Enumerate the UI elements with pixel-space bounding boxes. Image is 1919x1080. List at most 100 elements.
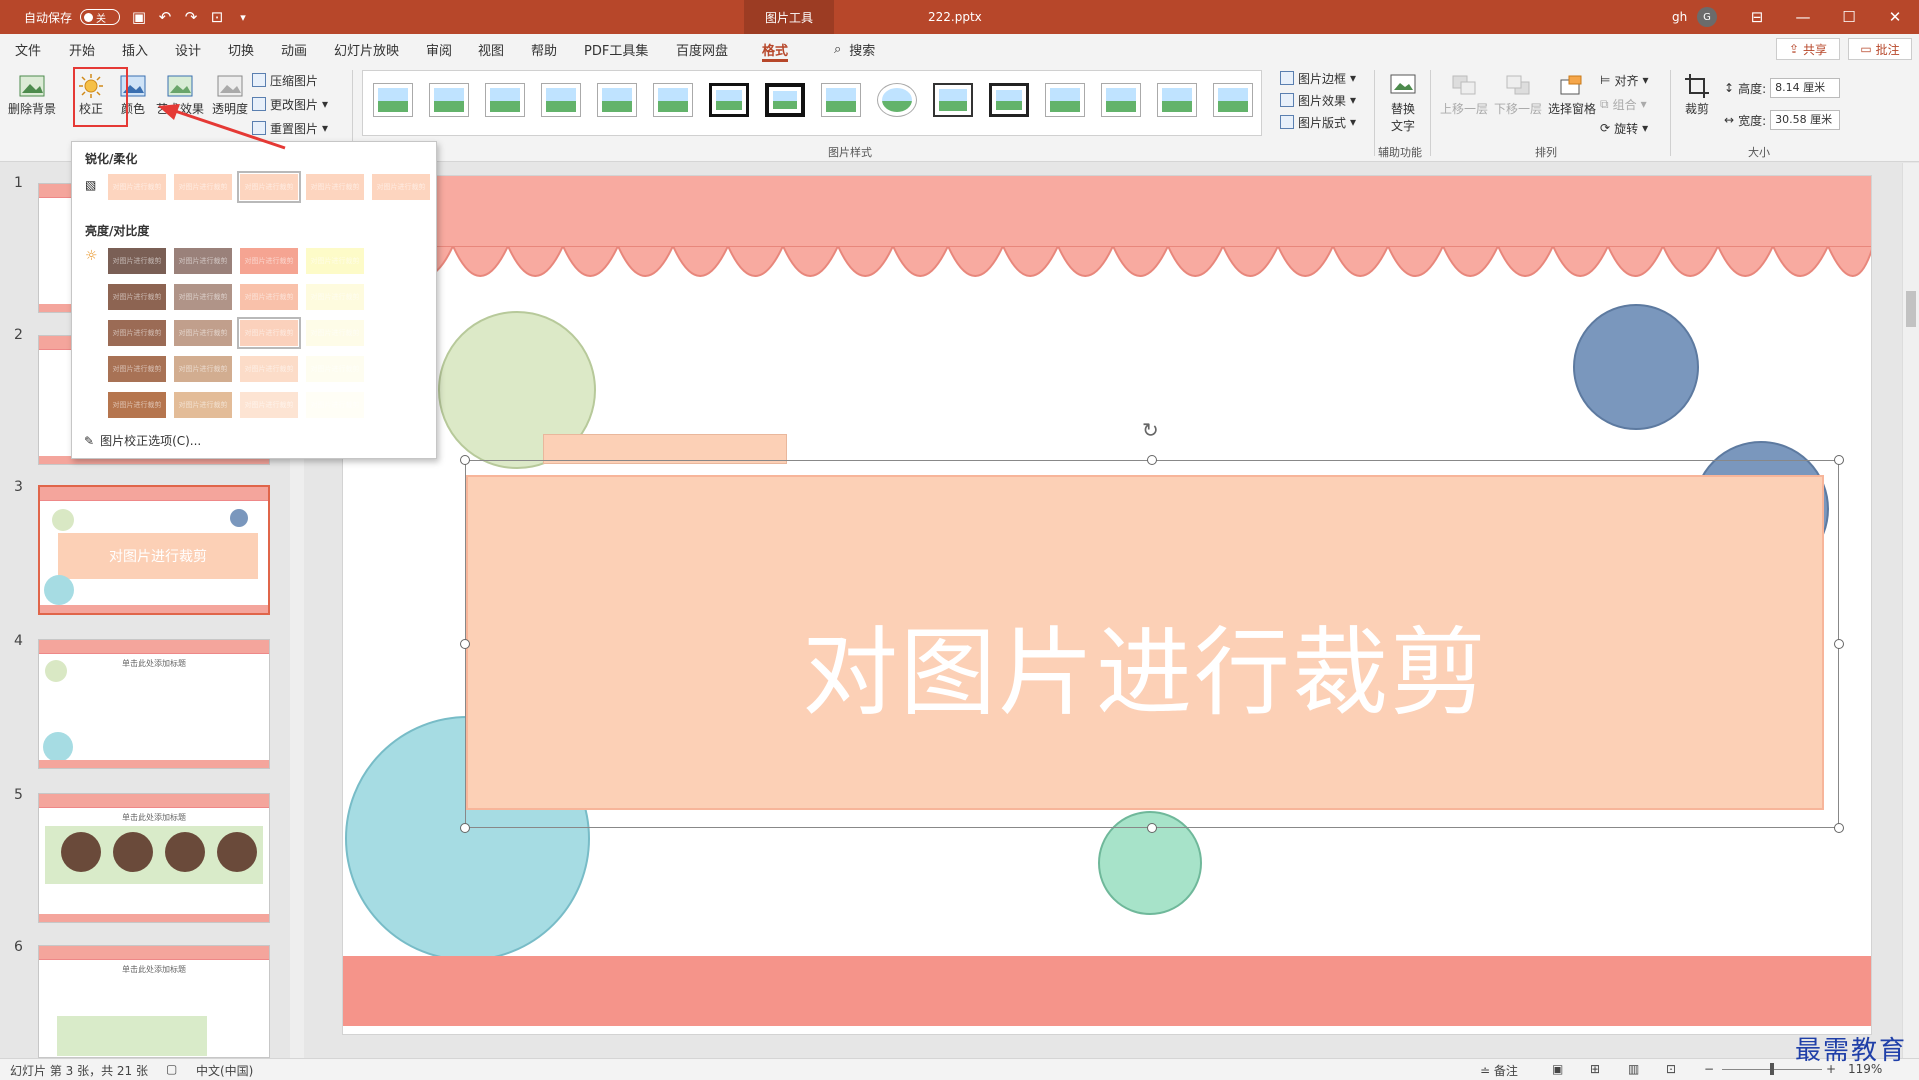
picture-style-10[interactable] bbox=[877, 83, 917, 117]
brightness-option[interactable]: 对图片进行裁剪 bbox=[108, 320, 166, 346]
brightness-option[interactable]: 对图片进行裁剪 bbox=[306, 392, 364, 418]
sharpen-option-5[interactable]: 对图片进行裁剪 bbox=[372, 174, 430, 200]
picture-style-12[interactable] bbox=[989, 83, 1029, 117]
notes-button[interactable]: ≐ 备注 bbox=[1480, 1062, 1518, 1079]
close-icon[interactable]: ✕ bbox=[1872, 0, 1918, 34]
save-icon[interactable]: ▣ bbox=[126, 0, 152, 34]
brightness-option[interactable]: 对图片进行裁剪 bbox=[306, 320, 364, 346]
tab-transitions[interactable]: 切换 bbox=[228, 34, 254, 64]
height-field[interactable]: ↕ 高度: 8.14 厘米 bbox=[1724, 78, 1841, 98]
sharpen-option-1[interactable]: 对图片进行裁剪 bbox=[108, 174, 166, 200]
zoom-out-icon[interactable]: − bbox=[1704, 1062, 1714, 1076]
tab-insert[interactable]: 插入 bbox=[122, 34, 148, 64]
resize-handle-w[interactable] bbox=[460, 639, 470, 649]
sharpen-option-3[interactable]: 对图片进行裁剪 bbox=[237, 171, 301, 203]
brightness-option[interactable]: 对图片进行裁剪 bbox=[108, 248, 166, 274]
slide-thumbnail-5[interactable]: 单击此处添加标题 bbox=[38, 793, 270, 923]
tab-pdf-tools[interactable]: PDF工具集 bbox=[584, 34, 648, 64]
tab-home[interactable]: 开始 bbox=[69, 34, 95, 64]
brightness-option[interactable]: 对图片进行裁剪 bbox=[240, 248, 298, 274]
width-field[interactable]: ↔ 宽度: 30.58 厘米 bbox=[1724, 110, 1841, 130]
picture-style-6[interactable] bbox=[653, 83, 693, 117]
tab-review[interactable]: 审阅 bbox=[426, 34, 452, 64]
scrollbar-thumb[interactable] bbox=[1906, 291, 1916, 327]
picture-effects-button[interactable]: 图片效果 ▾ bbox=[1280, 90, 1356, 110]
brightness-option[interactable]: 对图片进行裁剪 bbox=[108, 392, 166, 418]
selection-pane-button[interactable]: 选择窗格 bbox=[1548, 72, 1596, 117]
rotate-button[interactable]: ⟳ 旋转 ▾ bbox=[1600, 118, 1648, 138]
resize-handle-sw[interactable] bbox=[460, 823, 470, 833]
picture-style-1[interactable] bbox=[373, 83, 413, 117]
picture-style-2[interactable] bbox=[429, 83, 469, 117]
tab-view[interactable]: 视图 bbox=[478, 34, 504, 64]
brightness-option[interactable]: 对图片进行裁剪 bbox=[306, 248, 364, 274]
picture-style-9[interactable] bbox=[821, 83, 861, 117]
normal-view-icon[interactable]: ▣ bbox=[1552, 1062, 1563, 1076]
picture-style-5[interactable] bbox=[597, 83, 637, 117]
resize-handle-se[interactable] bbox=[1834, 823, 1844, 833]
tab-help[interactable]: 帮助 bbox=[531, 34, 557, 64]
editor-scrollbar[interactable] bbox=[1902, 163, 1919, 1058]
undo-icon[interactable]: ↶ bbox=[152, 0, 178, 34]
picture-style-15[interactable] bbox=[1157, 83, 1197, 117]
maximize-icon[interactable]: ☐ bbox=[1826, 0, 1872, 34]
slideshow-view-icon[interactable]: ⊡ bbox=[1666, 1062, 1676, 1076]
bring-forward-button[interactable]: 上移一层 bbox=[1440, 72, 1488, 117]
slide-thumbnail-6[interactable]: 单击此处添加标题 bbox=[38, 945, 270, 1058]
brightness-option[interactable]: 对图片进行裁剪 bbox=[174, 392, 232, 418]
crop-button[interactable]: 裁剪 bbox=[1682, 72, 1712, 117]
tab-slideshow[interactable]: 幻灯片放映 bbox=[334, 34, 399, 64]
customize-toolbar-icon[interactable]: ▾ bbox=[230, 0, 256, 34]
user-name[interactable]: gh bbox=[1672, 0, 1687, 34]
resize-handle-nw[interactable] bbox=[460, 455, 470, 465]
resize-handle-s[interactable] bbox=[1147, 823, 1157, 833]
picture-style-16[interactable] bbox=[1213, 83, 1253, 117]
brightness-option[interactable]: 对图片进行裁剪 bbox=[174, 248, 232, 274]
tab-file[interactable]: 文件 bbox=[15, 34, 41, 64]
picture-style-13[interactable] bbox=[1045, 83, 1085, 117]
tab-design[interactable]: 设计 bbox=[175, 34, 201, 64]
group-button[interactable]: ⧉ 组合 ▾ bbox=[1600, 94, 1647, 114]
reading-view-icon[interactable]: ▥ bbox=[1628, 1062, 1639, 1076]
rotate-handle-icon[interactable]: ↻ bbox=[1142, 418, 1159, 442]
tab-animations[interactable]: 动画 bbox=[281, 34, 307, 64]
resize-handle-n[interactable] bbox=[1147, 455, 1157, 465]
remove-background-button[interactable]: 删除背景 bbox=[8, 72, 56, 117]
resize-handle-e[interactable] bbox=[1834, 639, 1844, 649]
share-button[interactable]: ⇪ 共享 bbox=[1776, 38, 1840, 60]
picture-layout-button[interactable]: 图片版式 ▾ bbox=[1280, 112, 1356, 132]
brightness-option[interactable]: 对图片进行裁剪 bbox=[306, 356, 364, 382]
picture-style-4[interactable] bbox=[541, 83, 581, 117]
accessibility-icon[interactable]: ▢ bbox=[166, 1062, 177, 1076]
align-button[interactable]: ⊨ 对齐 ▾ bbox=[1600, 70, 1649, 90]
minimize-icon[interactable]: — bbox=[1780, 0, 1826, 34]
brightness-option[interactable]: 对图片进行裁剪 bbox=[108, 284, 166, 310]
brightness-option[interactable]: 对图片进行裁剪 bbox=[306, 284, 364, 310]
alt-text-button[interactable]: 替换 文字 bbox=[1388, 72, 1418, 134]
brightness-option[interactable]: 对图片进行裁剪 bbox=[174, 356, 232, 382]
avatar[interactable]: G bbox=[1697, 7, 1717, 27]
compress-pictures-button[interactable]: 压缩图片 bbox=[252, 70, 318, 90]
brightness-option-original[interactable]: 对图片进行裁剪 bbox=[237, 317, 301, 349]
search-box[interactable]: ⌕ 搜索 bbox=[834, 34, 875, 64]
comment-button[interactable]: ▭ 批注 bbox=[1848, 38, 1912, 60]
slide-thumbnail-4[interactable]: 单击此处添加标题 bbox=[38, 639, 270, 769]
brightness-option[interactable]: 对图片进行裁剪 bbox=[240, 284, 298, 310]
ribbon-display-icon[interactable]: ⊟ bbox=[1734, 0, 1780, 34]
slide-sorter-icon[interactable]: ⊞ bbox=[1590, 1062, 1600, 1076]
resize-handle-ne[interactable] bbox=[1834, 455, 1844, 465]
brightness-option[interactable]: 对图片进行裁剪 bbox=[174, 320, 232, 346]
picture-style-7[interactable] bbox=[709, 83, 749, 117]
sharpen-option-2[interactable]: 对图片进行裁剪 bbox=[174, 174, 232, 200]
picture-style-14[interactable] bbox=[1101, 83, 1141, 117]
brightness-option[interactable]: 对图片进行裁剪 bbox=[240, 356, 298, 382]
width-input[interactable]: 30.58 厘米 bbox=[1770, 110, 1841, 130]
height-input[interactable]: 8.14 厘米 bbox=[1770, 78, 1841, 98]
slide-thumbnail-3[interactable]: 对图片进行裁剪 bbox=[38, 485, 270, 615]
brightness-option[interactable]: 对图片进行裁剪 bbox=[240, 392, 298, 418]
sharpen-option-4[interactable]: 对图片进行裁剪 bbox=[306, 174, 364, 200]
zoom-slider-thumb[interactable] bbox=[1770, 1063, 1774, 1075]
picture-style-11[interactable] bbox=[933, 83, 973, 117]
picture-style-8[interactable] bbox=[765, 83, 805, 117]
picture-style-3[interactable] bbox=[485, 83, 525, 117]
